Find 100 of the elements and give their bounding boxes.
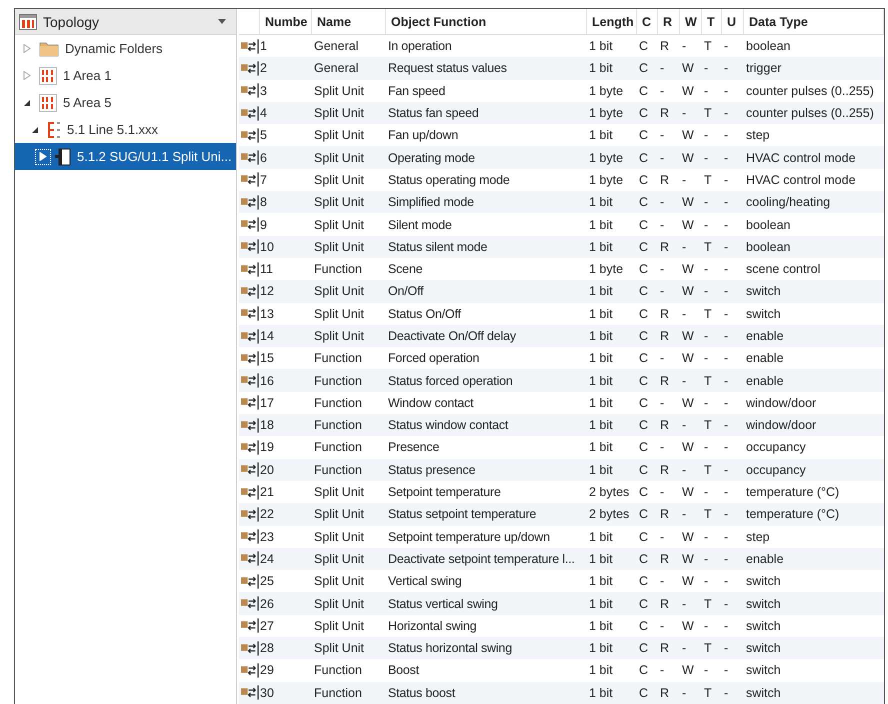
table-cell-text: - xyxy=(723,485,730,500)
tree-item-label: 5.1.2 SUG/U1.1 Split Uni... xyxy=(77,149,232,164)
group-object-icon xyxy=(241,239,260,254)
table-cell-text: C xyxy=(638,618,650,633)
table-cell-text: 14 xyxy=(260,329,275,343)
table-cell-text: C xyxy=(638,329,650,343)
table-cell-text: W xyxy=(681,84,695,98)
group-object-icon xyxy=(241,418,260,433)
table-cell-text: 1 bit xyxy=(588,396,614,410)
table-cell-text: 4 xyxy=(260,106,268,120)
table-cell-text: W xyxy=(681,618,695,633)
table-cell-text: Scene xyxy=(387,262,424,276)
column-header[interactable]: Name xyxy=(312,9,386,34)
group-object-icon xyxy=(241,462,260,478)
column-header[interactable]: Length xyxy=(587,9,637,34)
tree-item-label: 1 Area 1 xyxy=(63,68,112,83)
table-cell-text: C xyxy=(638,39,650,54)
table-cell-text: 2 bytes xyxy=(588,485,630,500)
table-cell-text: T xyxy=(703,39,713,54)
table-cell-text: - xyxy=(659,61,666,76)
table-cell-text: - xyxy=(659,618,666,633)
table-cell-text: C xyxy=(638,440,650,454)
table-cell-text: C xyxy=(638,262,650,276)
table-cell-text: W xyxy=(681,530,695,544)
table-cell-text: 1 byte xyxy=(588,150,624,165)
table-cell-text: 1 bit xyxy=(588,418,614,432)
table-cell-text: - xyxy=(723,663,730,678)
collapse-arrow-icon[interactable] xyxy=(31,126,39,134)
table-cell-text: 17 xyxy=(260,396,275,410)
table-cell-text: step xyxy=(745,128,771,142)
table-cell-text: R xyxy=(659,329,670,343)
table-cell-text: Function xyxy=(313,686,363,700)
table-cell-text: - xyxy=(723,284,730,298)
group-object-icon xyxy=(241,440,260,455)
table-cell-text: - xyxy=(723,306,730,321)
table-cell-text: - xyxy=(659,440,666,454)
table-cell-text: Split Unit xyxy=(313,172,366,187)
table-cell-text: - xyxy=(703,84,710,98)
table-cell-text: 1 bit xyxy=(588,618,614,633)
dropdown-caret-icon[interactable] xyxy=(218,19,226,24)
table-cell-text: Window contact xyxy=(387,396,474,410)
table-cell-text: R xyxy=(659,641,670,656)
table-cell-text: 1 bit xyxy=(588,218,614,232)
column-header[interactable]: U xyxy=(722,9,744,34)
table-cell-text: - xyxy=(681,306,688,321)
table-cell-text: R xyxy=(659,686,670,700)
table-cell-text: R xyxy=(659,240,670,254)
column-header[interactable]: W xyxy=(680,9,702,34)
group-object-icon xyxy=(241,306,260,322)
table-cell-text: Status operating mode xyxy=(387,172,511,187)
tree-item[interactable]: 5.1 Line 5.1.xxx xyxy=(15,116,236,143)
column-header[interactable]: T xyxy=(702,9,722,34)
table-cell-text: counter pulses (0..255) xyxy=(745,106,875,120)
table-cell-text: - xyxy=(703,61,710,76)
collapse-arrow-icon[interactable] xyxy=(23,98,31,106)
table-cell-text: Function xyxy=(313,440,363,454)
group-object-icon xyxy=(241,217,260,232)
table-cell-text: - xyxy=(723,396,730,410)
table-cell-text: Deactivate setpoint temperature l... xyxy=(387,552,576,566)
group-object-icon xyxy=(241,596,260,612)
table-cell-text: T xyxy=(703,507,713,522)
column-header[interactable]: Object Function xyxy=(386,9,587,34)
group-object-icon xyxy=(241,350,260,366)
table-cell-text: - xyxy=(723,351,730,366)
table-cell-text: C xyxy=(638,284,650,298)
tree-item[interactable]: 5.1.2 SUG/U1.1 Split Uni... xyxy=(15,143,236,170)
table-cell-text: switch xyxy=(745,574,782,588)
table-cell-text: - xyxy=(703,530,710,544)
table-cell-text: C xyxy=(638,240,650,254)
tree-item[interactable]: 5 Area 5 xyxy=(15,89,236,116)
group-object-icon xyxy=(241,685,260,700)
table-cell-text: - xyxy=(703,329,710,343)
table-cell-text: Deactivate On/Off delay xyxy=(387,329,517,343)
table-cell-text: - xyxy=(681,418,688,432)
table-cell-text: R xyxy=(659,552,670,566)
table-cell-text: General xyxy=(313,61,360,76)
group-object-icon xyxy=(241,194,260,210)
tree-item[interactable]: Dynamic Folders xyxy=(15,35,236,62)
table-cell-text: - xyxy=(703,574,710,588)
table-cell-text: Split Unit xyxy=(313,84,366,98)
table-cell-text: - xyxy=(723,262,730,276)
column-header[interactable]: R xyxy=(658,9,680,34)
table-cell-text: T xyxy=(703,374,713,388)
group-object-icon xyxy=(241,172,260,188)
table-cell-text: 27 xyxy=(260,618,275,633)
table-cell-text: - xyxy=(659,396,666,410)
table-cell-text: switch xyxy=(745,618,782,633)
table-cell-text: C xyxy=(638,195,650,210)
table-cell-text: boolean xyxy=(745,218,792,232)
table-cell-text: C xyxy=(638,530,650,544)
column-header[interactable]: C xyxy=(637,9,658,34)
table-cell-text: Status forced operation xyxy=(387,374,514,388)
column-header[interactable]: Numbe xyxy=(260,9,312,34)
table-cell-text: W xyxy=(681,284,695,298)
table-cell-text: 26 xyxy=(260,596,275,611)
tree-item[interactable]: 1 Area 1 xyxy=(15,62,236,89)
group-object-icon xyxy=(241,373,260,388)
table-cell-text: C xyxy=(638,507,650,522)
table-cell-text: Function xyxy=(313,396,363,410)
column-header[interactable]: Data Type xyxy=(744,9,884,34)
